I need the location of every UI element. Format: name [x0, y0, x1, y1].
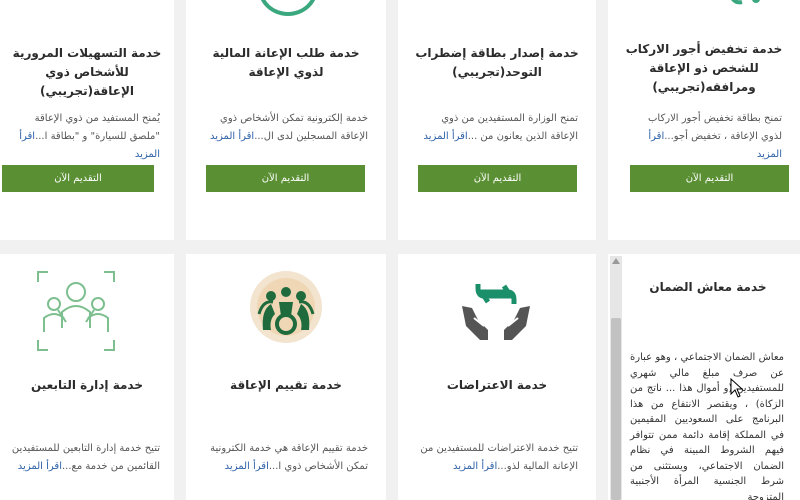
scrollbar[interactable] [610, 256, 622, 500]
service-card-pension-detail: خدمة معاش الضمان معاش الضمان الاجتماعي ،… [608, 254, 800, 500]
service-card-disability-assessment: خدمة تقييم الإعاقة خدمة تقييم الإعاقة هي… [186, 254, 386, 500]
mouse-cursor-icon [730, 377, 744, 398]
scroll-up-arrow-icon[interactable] [612, 258, 620, 264]
read-more-link[interactable]: اقرأ المزيد [453, 461, 497, 472]
card-description: تتيح خدمة الاعتراضات للمستفيدين من الإعا… [420, 443, 578, 472]
card-description: تتيح خدمة إدارة التابعين للمستفيدين القا… [11, 443, 160, 472]
read-more-link[interactable]: اقرأ المزيد [424, 131, 468, 142]
card-description: تمنح بطاقة تخفيض أجور الاركاب لذوي الإعا… [648, 113, 782, 160]
read-more-link[interactable]: اقرأ المزيد [225, 461, 269, 472]
service-card-dependents: خدمة إدارة التابعين تتيح خدمة إدارة التا… [0, 254, 174, 500]
family-dependents-icon [36, 270, 116, 352]
detail-description: معاش الضمان الاجتماعي ، وهو عبارة عن صرف… [630, 352, 784, 500]
read-more-link[interactable]: اقرأ المزيد [18, 461, 62, 472]
card-title: خدمة معاش الضمان [649, 280, 767, 294]
service-card-traffic: خدمة التسهيلات المرورية للأشخاص ذوي الإع… [0, 0, 174, 240]
logo-fragment-icon [726, 0, 766, 14]
card-title: خدمة تخفيض أجور الاركاب للشخص ذو الإعاقة… [625, 42, 783, 94]
card-title: خدمة طلب الإعانة المالية لذوي الإعاقة [212, 46, 360, 79]
card-title: خدمة تقييم الإعاقة [230, 378, 342, 392]
apply-now-button[interactable]: التقديم الآن [418, 165, 577, 192]
service-card-autism: خدمة إصدار بطاقة إضطراب التوحد(تجريبي) ت… [398, 0, 596, 240]
card-title: خدمة التسهيلات المرورية للأشخاص ذوي الإع… [12, 46, 162, 98]
card-description: خدمة تقييم الإعاقة هي خدمة الكترونية تمك… [210, 443, 368, 472]
card-description: خدمة إلكترونية تمكن الأشخاص ذوي الإعاقة … [209, 113, 368, 142]
apply-now-button[interactable]: التقديم الآن [2, 165, 154, 192]
read-more-link[interactable]: اقرأ المزيد [210, 131, 254, 142]
card-title: خدمة إصدار بطاقة إضطراب التوحد(تجريبي) [415, 46, 579, 79]
service-card-financial-aid: خدمة طلب الإعانة المالية لذوي الإعاقة خد… [186, 0, 386, 240]
card-title: خدمة الاعتراضات [446, 378, 548, 392]
card-title: خدمة إدارة التابعين [30, 378, 144, 392]
apply-now-button[interactable]: التقديم الآن [630, 165, 789, 192]
card-description: تمنح الوزارة المستفيدين من ذوي الإعاقة ا… [423, 113, 578, 142]
scroll-thumb[interactable] [611, 318, 621, 500]
disability-assessment-icon [249, 270, 323, 344]
card-description: يُمنح المستفيد من ذوي الإعاقة "ملصق للسي… [19, 113, 160, 160]
service-card-objections: خدمة الاعتراضات تتيح خدمة الاعتراضات للم… [398, 254, 596, 500]
apply-now-button[interactable]: التقديم الآن [206, 165, 365, 192]
logo-arc-icon [258, 0, 318, 16]
hands-exchange-icon [458, 278, 534, 346]
service-card-fare-reduction: خدمة تخفيض أجور الاركاب للشخص ذو الإعاقة… [608, 0, 800, 240]
